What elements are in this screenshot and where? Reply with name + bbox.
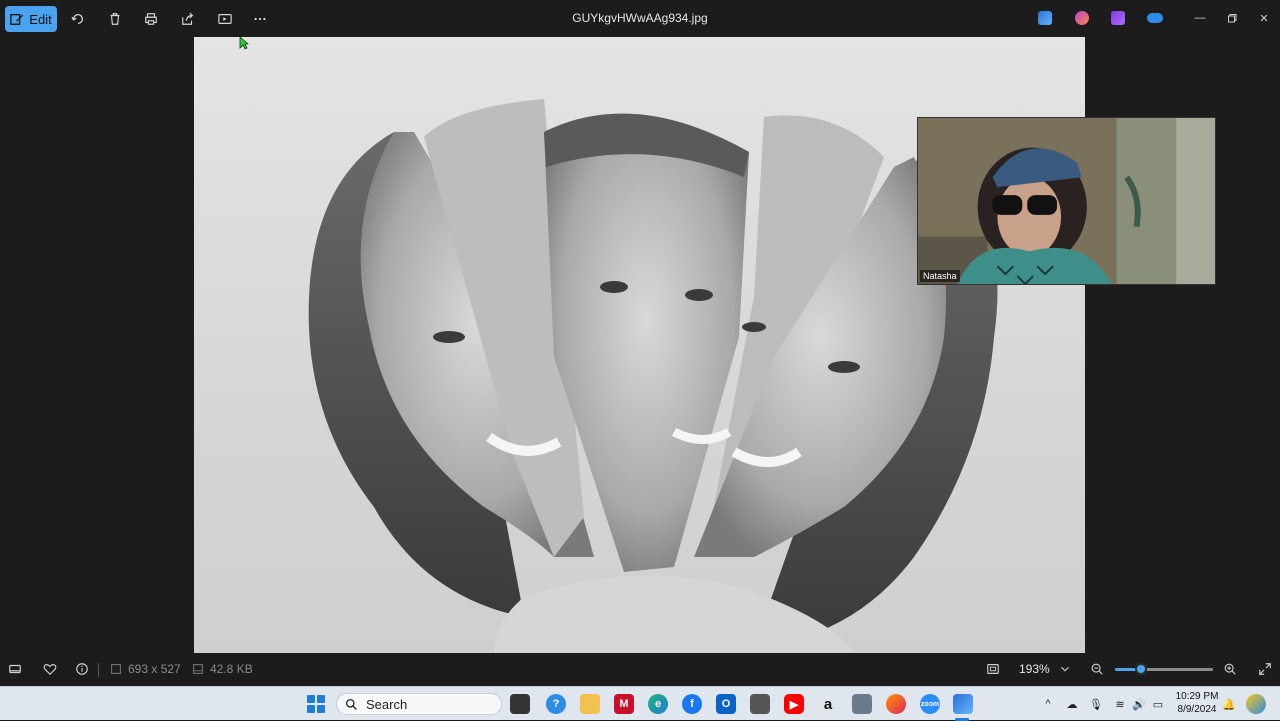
chevron-up-icon[interactable]: ^ <box>1041 697 1055 711</box>
top-toolbar: Edit GUYkgvHWwAAg934.jpg — ✕ <box>0 0 1280 37</box>
edit-label: Edit <box>29 11 52 27</box>
microphone-icon[interactable]: 🎙 <box>1089 697 1103 711</box>
search-icon <box>345 698 357 710</box>
favorite-icon[interactable] <box>42 661 58 677</box>
chevron-down-icon[interactable] <box>1057 661 1073 677</box>
maximize-icon[interactable] <box>1223 9 1241 27</box>
divider <box>98 663 99 677</box>
photos-app-icon[interactable] <box>953 694 973 714</box>
more-icon[interactable] <box>250 9 270 29</box>
photos-app-window: Edit GUYkgvHWwAAg934.jpg — ✕ Natasha 693… <box>0 0 1280 686</box>
app-icon-purple[interactable] <box>1111 11 1125 25</box>
onedrive-icon[interactable] <box>1147 13 1163 23</box>
rotate-icon[interactable] <box>68 9 88 29</box>
file-size-icon <box>190 661 206 677</box>
full-screen-icon[interactable] <box>1257 661 1273 677</box>
filmstrip-icon[interactable] <box>7 661 23 677</box>
file-size: 42.8 KB <box>210 662 253 676</box>
clock-date: 8/9/2024 <box>1177 704 1217 715</box>
cloud-icon[interactable]: ☁ <box>1065 697 1079 711</box>
copilot-icon[interactable] <box>1246 694 1266 714</box>
mcafee-icon[interactable]: M <box>614 694 634 714</box>
battery-icon[interactable]: ▭ <box>1151 697 1165 711</box>
zoom-level[interactable]: 193% <box>1019 662 1050 676</box>
image-dimensions: 693 x 527 <box>128 662 181 676</box>
app-icon-copilot[interactable] <box>1075 11 1089 25</box>
facebook-icon[interactable]: f <box>682 694 702 714</box>
system-clock[interactable]: 10:29 PM 8/9/2024 <box>1172 690 1222 716</box>
mouse-cursor-icon <box>239 36 249 50</box>
firefox-icon[interactable] <box>886 694 906 714</box>
close-icon[interactable]: ✕ <box>1255 9 1273 27</box>
store-icon[interactable] <box>750 694 770 714</box>
info-icon[interactable] <box>74 661 90 677</box>
dimensions-icon <box>108 661 124 677</box>
search-label: Search <box>366 696 408 712</box>
wifi-icon[interactable]: ≋ <box>1113 697 1127 711</box>
participant-name: Natasha <box>920 270 960 282</box>
status-bar: 693 x 527 42.8 KB 193% <box>0 653 1280 686</box>
help-icon[interactable]: ? <box>546 694 566 714</box>
minimize-icon[interactable]: — <box>1191 9 1209 27</box>
youtube-icon[interactable]: ▶ <box>784 694 804 714</box>
task-view-icon[interactable] <box>510 694 530 714</box>
outlook-icon[interactable]: O <box>716 694 736 714</box>
zoom-in-icon[interactable] <box>1222 661 1238 677</box>
start-button[interactable] <box>307 695 325 713</box>
edit-button[interactable]: Edit <box>5 6 57 32</box>
print-icon[interactable] <box>141 9 161 29</box>
zoom-slider[interactable] <box>1115 663 1213 675</box>
zoom-out-icon[interactable] <box>1089 661 1105 677</box>
share-icon[interactable] <box>178 9 198 29</box>
app-icon-blue[interactable] <box>1038 11 1052 25</box>
video-call-overlay[interactable]: Natasha <box>917 117 1216 285</box>
fit-to-window-icon[interactable] <box>985 661 1001 677</box>
file-explorer-icon[interactable] <box>580 694 600 714</box>
zoom-app-icon[interactable]: zoom <box>920 694 940 714</box>
volume-icon[interactable]: 🔊 <box>1132 697 1146 711</box>
delete-icon[interactable] <box>105 9 125 29</box>
clock-time: 10:29 PM <box>1175 691 1219 702</box>
amazon-icon[interactable]: a <box>818 694 838 714</box>
taskbar-search[interactable]: Search <box>336 693 502 715</box>
edit-icon <box>10 13 24 25</box>
edge-icon[interactable]: e <box>648 694 668 714</box>
windows-taskbar: Search ? M e f O ▶ a zoom ^ ☁ 🎙 ≋ 🔊 ▭ 10… <box>0 686 1280 721</box>
camera-icon[interactable] <box>852 694 872 714</box>
notification-bell-icon[interactable]: 🔔 <box>1222 697 1236 711</box>
slideshow-icon[interactable] <box>215 9 235 29</box>
participant-video <box>918 118 1215 284</box>
